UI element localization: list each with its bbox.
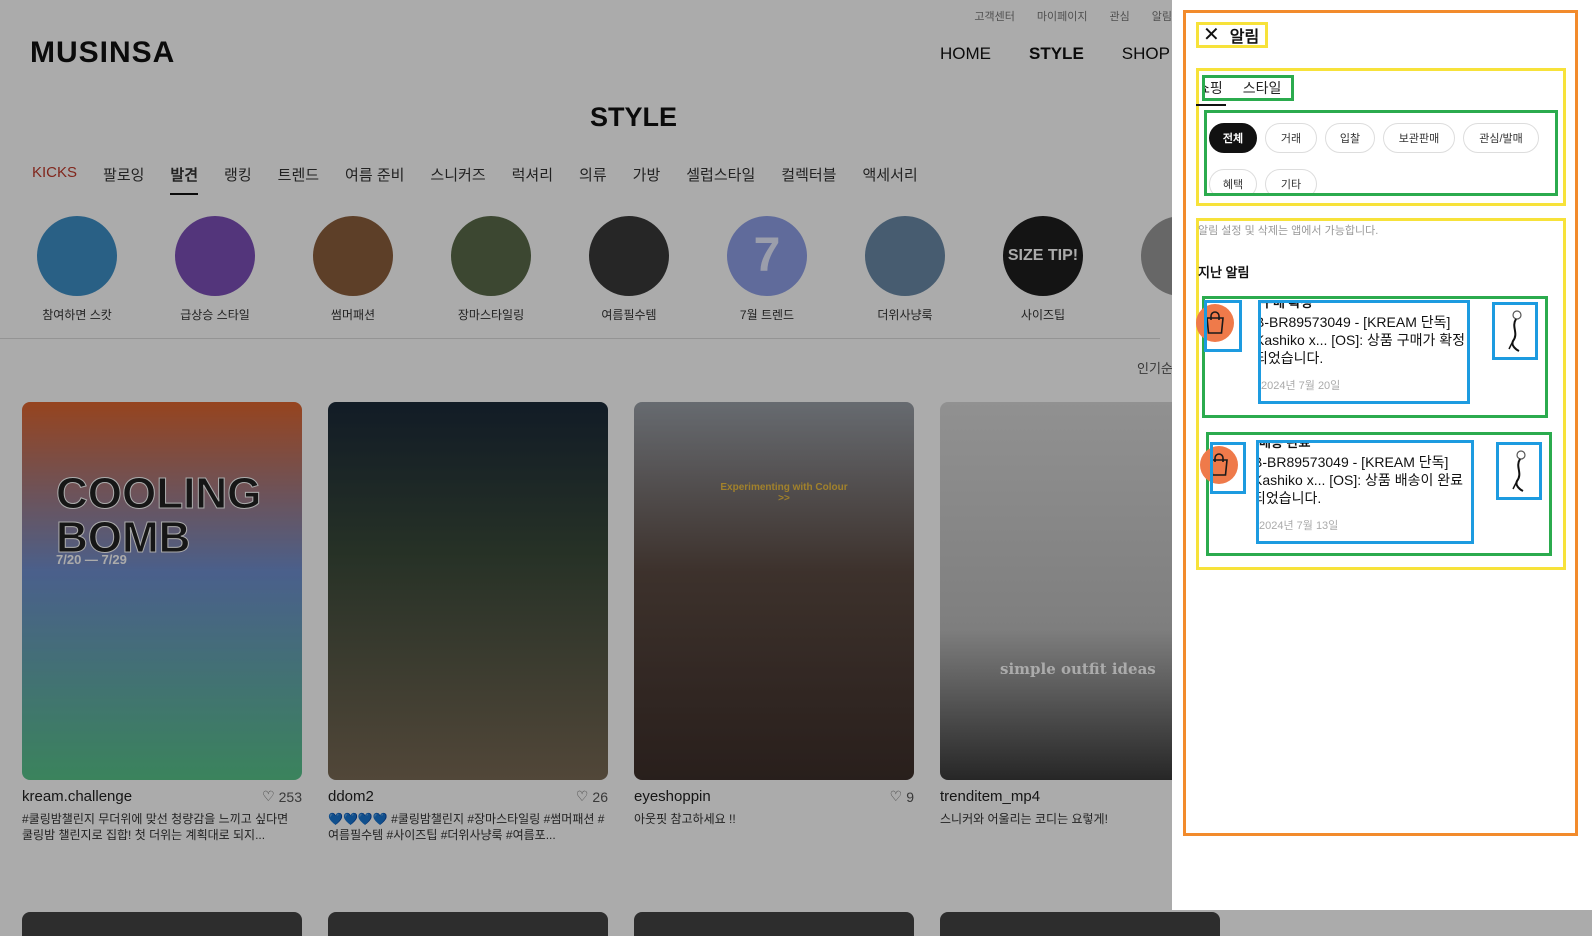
drawer-title: 알림: [1229, 29, 1260, 46]
filter-chip[interactable]: 전체: [1209, 123, 1257, 153]
product-thumbnail[interactable]: [1492, 302, 1538, 360]
filter-chip[interactable]: 기타: [1265, 169, 1317, 193]
filter-chips: 전체 거래 입찰 보관판매 관심/발매혜택 기타: [1204, 110, 1558, 196]
notification-date: 2024년 7월 20일: [1261, 380, 1341, 392]
filter-chip[interactable]: 보관판매: [1383, 123, 1455, 153]
notification-message: B-BR89573049 - [KREAM 단독] Kashiko x... […: [1256, 454, 1463, 506]
tab-style[interactable]: 스타일: [1243, 78, 1282, 98]
notification-content: 배송 완료 B-BR89573049 - [KREAM 단독] Kashiko x…: [1256, 440, 1474, 544]
tab-shopping[interactable]: 쇼핑: [1205, 78, 1223, 98]
filter-chip[interactable]: 혜택: [1209, 169, 1257, 193]
close-icon[interactable]: ✕: [1203, 25, 1220, 45]
drawer-header: ✕ 알림: [1196, 22, 1268, 48]
filter-chip[interactable]: 입찰: [1325, 123, 1375, 153]
filter-chip[interactable]: 거래: [1265, 123, 1317, 153]
settings-info-text: 알림 설정 및 삭제는 앱에서 가능합니다.: [1198, 225, 1379, 237]
notification-date: 2024년 7월 13일: [1259, 520, 1339, 532]
keychain-icon: [1512, 450, 1526, 492]
drawer-tabs: 쇼핑 스타일: [1202, 75, 1294, 101]
notification-icon-frame: [1210, 442, 1246, 494]
past-notifications-title: 지난 알림: [1198, 265, 1250, 280]
notification-content: 구매 확정 B-BR89573049 - [KREAM 단독] Kashiko x…: [1258, 300, 1470, 404]
keychain-icon: [1508, 310, 1522, 352]
filter-chip[interactable]: 관심/발매: [1463, 123, 1539, 153]
notification-message: B-BR89573049 - [KREAM 단독] Kashiko x... […: [1258, 314, 1465, 366]
notification-title: 배송 완료: [1259, 440, 1311, 450]
active-tab-indicator: [1196, 104, 1226, 106]
notification-icon-frame: [1204, 300, 1242, 352]
product-thumbnail[interactable]: [1496, 442, 1542, 500]
notification-title: 구매 확정: [1261, 300, 1313, 310]
